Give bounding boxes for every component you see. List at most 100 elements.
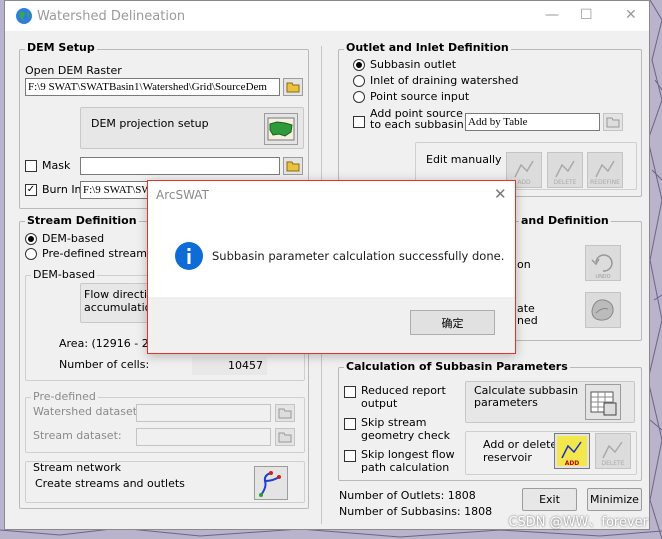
window-title: Watershed Delineation xyxy=(37,9,186,24)
number-of-outlets-label: Number of Outlets: 1808 xyxy=(339,489,476,502)
folder-icon xyxy=(606,117,620,128)
title-bar: Watershed Delineation — ☐ ✕ xyxy=(5,1,649,31)
redefine-outlet-button: REDEFINE xyxy=(587,152,623,188)
watershed-dataset-field xyxy=(136,404,271,422)
predefined-subgroup-title: Pre-defined xyxy=(31,390,98,403)
reduced-report-line-2: output xyxy=(361,397,398,410)
add-by-table-browse-button[interactable] xyxy=(603,113,623,131)
minimize-button-label: Minimize xyxy=(590,493,639,506)
add-point-source-checkbox[interactable] xyxy=(353,116,365,128)
calculate-subbasin-line-2: parameters xyxy=(474,396,538,409)
watershed-shape-icon xyxy=(591,299,614,321)
number-of-subbasins-label: Number of Subbasins: 1808 xyxy=(339,505,493,518)
skip-longest-flow-checkbox[interactable] xyxy=(344,450,356,462)
point-source-radio[interactable] xyxy=(353,91,365,103)
stream-dataset-browse-button xyxy=(275,428,295,446)
create-streams-label: Create streams and outlets xyxy=(35,477,185,490)
stream-network-icon xyxy=(259,471,281,497)
csdn-watermark: CSDN @WW、forever xyxy=(508,515,648,530)
reduced-report-line-1: Reduced report xyxy=(361,384,446,397)
stream-dataset-field xyxy=(136,428,271,446)
undo-icon: UNDO xyxy=(591,254,613,280)
delete-outlet-button: DELETE xyxy=(547,152,583,188)
mask-label: Mask xyxy=(42,159,71,172)
subbasin-outlet-radio[interactable] xyxy=(353,59,365,71)
dialog-message: Subbasin parameter calculation successfu… xyxy=(212,249,505,263)
calc-params-title: Calculation of Subbasin Parameters xyxy=(344,360,570,373)
info-icon xyxy=(175,242,203,270)
undo-button: UNDO xyxy=(585,245,621,281)
dialog-footer: 确定 xyxy=(148,297,515,353)
cells-label: Number of cells: xyxy=(59,358,150,371)
watershed-outlet-line-2b: ned xyxy=(517,314,538,327)
open-dem-label: Open DEM Raster xyxy=(25,64,122,77)
stream-dataset-label: Stream dataset: xyxy=(33,429,122,442)
predefined-streams-option-label: Pre-defined streams xyxy=(42,247,153,260)
open-dem-button[interactable] xyxy=(283,78,303,96)
dialog-ok-label: 确定 xyxy=(441,316,464,330)
watershed-outlet-title: and Definition xyxy=(519,214,611,227)
dem-based-radio[interactable] xyxy=(25,233,37,245)
skip-longest-line-2: path calculation xyxy=(361,461,450,474)
inlet-draining-radio[interactable] xyxy=(353,75,365,87)
add-reservoir-button[interactable]: ADD xyxy=(554,433,590,469)
dialog-close-icon[interactable]: ✕ xyxy=(494,185,507,203)
flow-direction-label-1: Flow directio xyxy=(84,288,154,301)
skip-stream-geometry-checkbox[interactable] xyxy=(344,418,356,430)
predefined-streams-radio[interactable] xyxy=(25,248,37,260)
outlet-inlet-title: Outlet and Inlet Definition xyxy=(344,41,511,54)
redefine-outlet-icon: REDEFINE xyxy=(590,160,620,186)
skip-stream-geometry-label: Skip stream geometry check xyxy=(361,416,450,442)
arcswat-message-dialog: ArcSWAT ✕ Subbasin parameter calculation… xyxy=(147,180,516,354)
add-delete-reservoir-label: Add or delete reservoir xyxy=(483,438,557,464)
undo-icon-text: UNDO xyxy=(595,274,610,280)
maximize-window-icon[interactable]: ☐ xyxy=(580,7,593,23)
watershed-dataset-label: Watershed dataset: xyxy=(33,405,141,418)
calculate-subbasin-icon-button[interactable] xyxy=(585,384,621,420)
dem-projection-icon-button[interactable] xyxy=(264,113,298,145)
create-streams-button[interactable] xyxy=(254,466,288,500)
folder-icon xyxy=(286,82,300,93)
dem-based-subgroup-title: DEM-based xyxy=(31,268,98,281)
reduced-report-checkbox[interactable] xyxy=(344,386,356,398)
add-outlet-icon-text: ADD xyxy=(517,179,531,186)
add-delete-line-2: reservoir xyxy=(483,451,532,464)
stream-network-title: Stream network xyxy=(33,461,121,474)
minimize-button[interactable]: Minimize xyxy=(587,488,642,511)
skip-longest-line-1: Skip longest flow xyxy=(361,448,455,461)
dialog-ok-button[interactable]: 确定 xyxy=(410,310,495,335)
add-point-source-line-2: to each subbasin xyxy=(370,118,464,131)
reduced-report-label: Reduced report output xyxy=(361,384,446,410)
add-delete-line-1: Add or delete xyxy=(483,438,558,451)
minimize-window-icon[interactable]: — xyxy=(545,7,559,23)
skip-longest-flow-label: Skip longest flow path calculation xyxy=(361,448,455,474)
add-reservoir-icon: ADD xyxy=(557,436,587,467)
stream-definition-title: Stream Definition xyxy=(25,214,139,227)
burn-in-label: Burn In xyxy=(42,183,82,196)
mask-path-field[interactable] xyxy=(80,157,280,175)
dem-projection-label: DEM projection setup xyxy=(91,117,209,130)
add-point-source-label: Add point source to each subbasin xyxy=(370,108,464,130)
burn-in-path-field[interactable]: F:\9 SWAT\SWAT xyxy=(80,181,150,199)
dem-setup-title: DEM Setup xyxy=(25,41,97,54)
add-by-table-field[interactable]: Add by Table xyxy=(465,113,600,131)
burn-in-checkbox[interactable]: ✓ xyxy=(25,184,37,196)
folder-icon xyxy=(278,432,292,443)
edit-manually-label: Edit manually xyxy=(426,153,502,166)
skip-stream-line-1: Skip stream xyxy=(361,416,427,429)
dem-path-field[interactable]: F:\9 SWAT\SWATBasin1\Watershed\Grid\Sour… xyxy=(25,78,280,96)
dialog-title: ArcSWAT xyxy=(156,188,209,202)
point-source-label: Point source input xyxy=(370,90,470,103)
globe-icon xyxy=(16,8,32,24)
cells-value: 10457 xyxy=(192,357,267,375)
delete-outlet-icon-text: DELETE xyxy=(553,179,576,186)
us-map-icon xyxy=(267,117,295,141)
mask-checkbox[interactable] xyxy=(25,160,37,172)
subbasin-outlet-label: Subbasin outlet xyxy=(370,58,457,71)
exit-button[interactable]: Exit xyxy=(522,488,577,511)
open-mask-button[interactable] xyxy=(283,157,303,175)
delete-reservoir-icon: DELETE xyxy=(601,441,625,467)
skip-stream-line-2: geometry check xyxy=(361,429,451,442)
folder-icon xyxy=(278,408,292,419)
close-window-icon[interactable]: ✕ xyxy=(625,7,637,23)
